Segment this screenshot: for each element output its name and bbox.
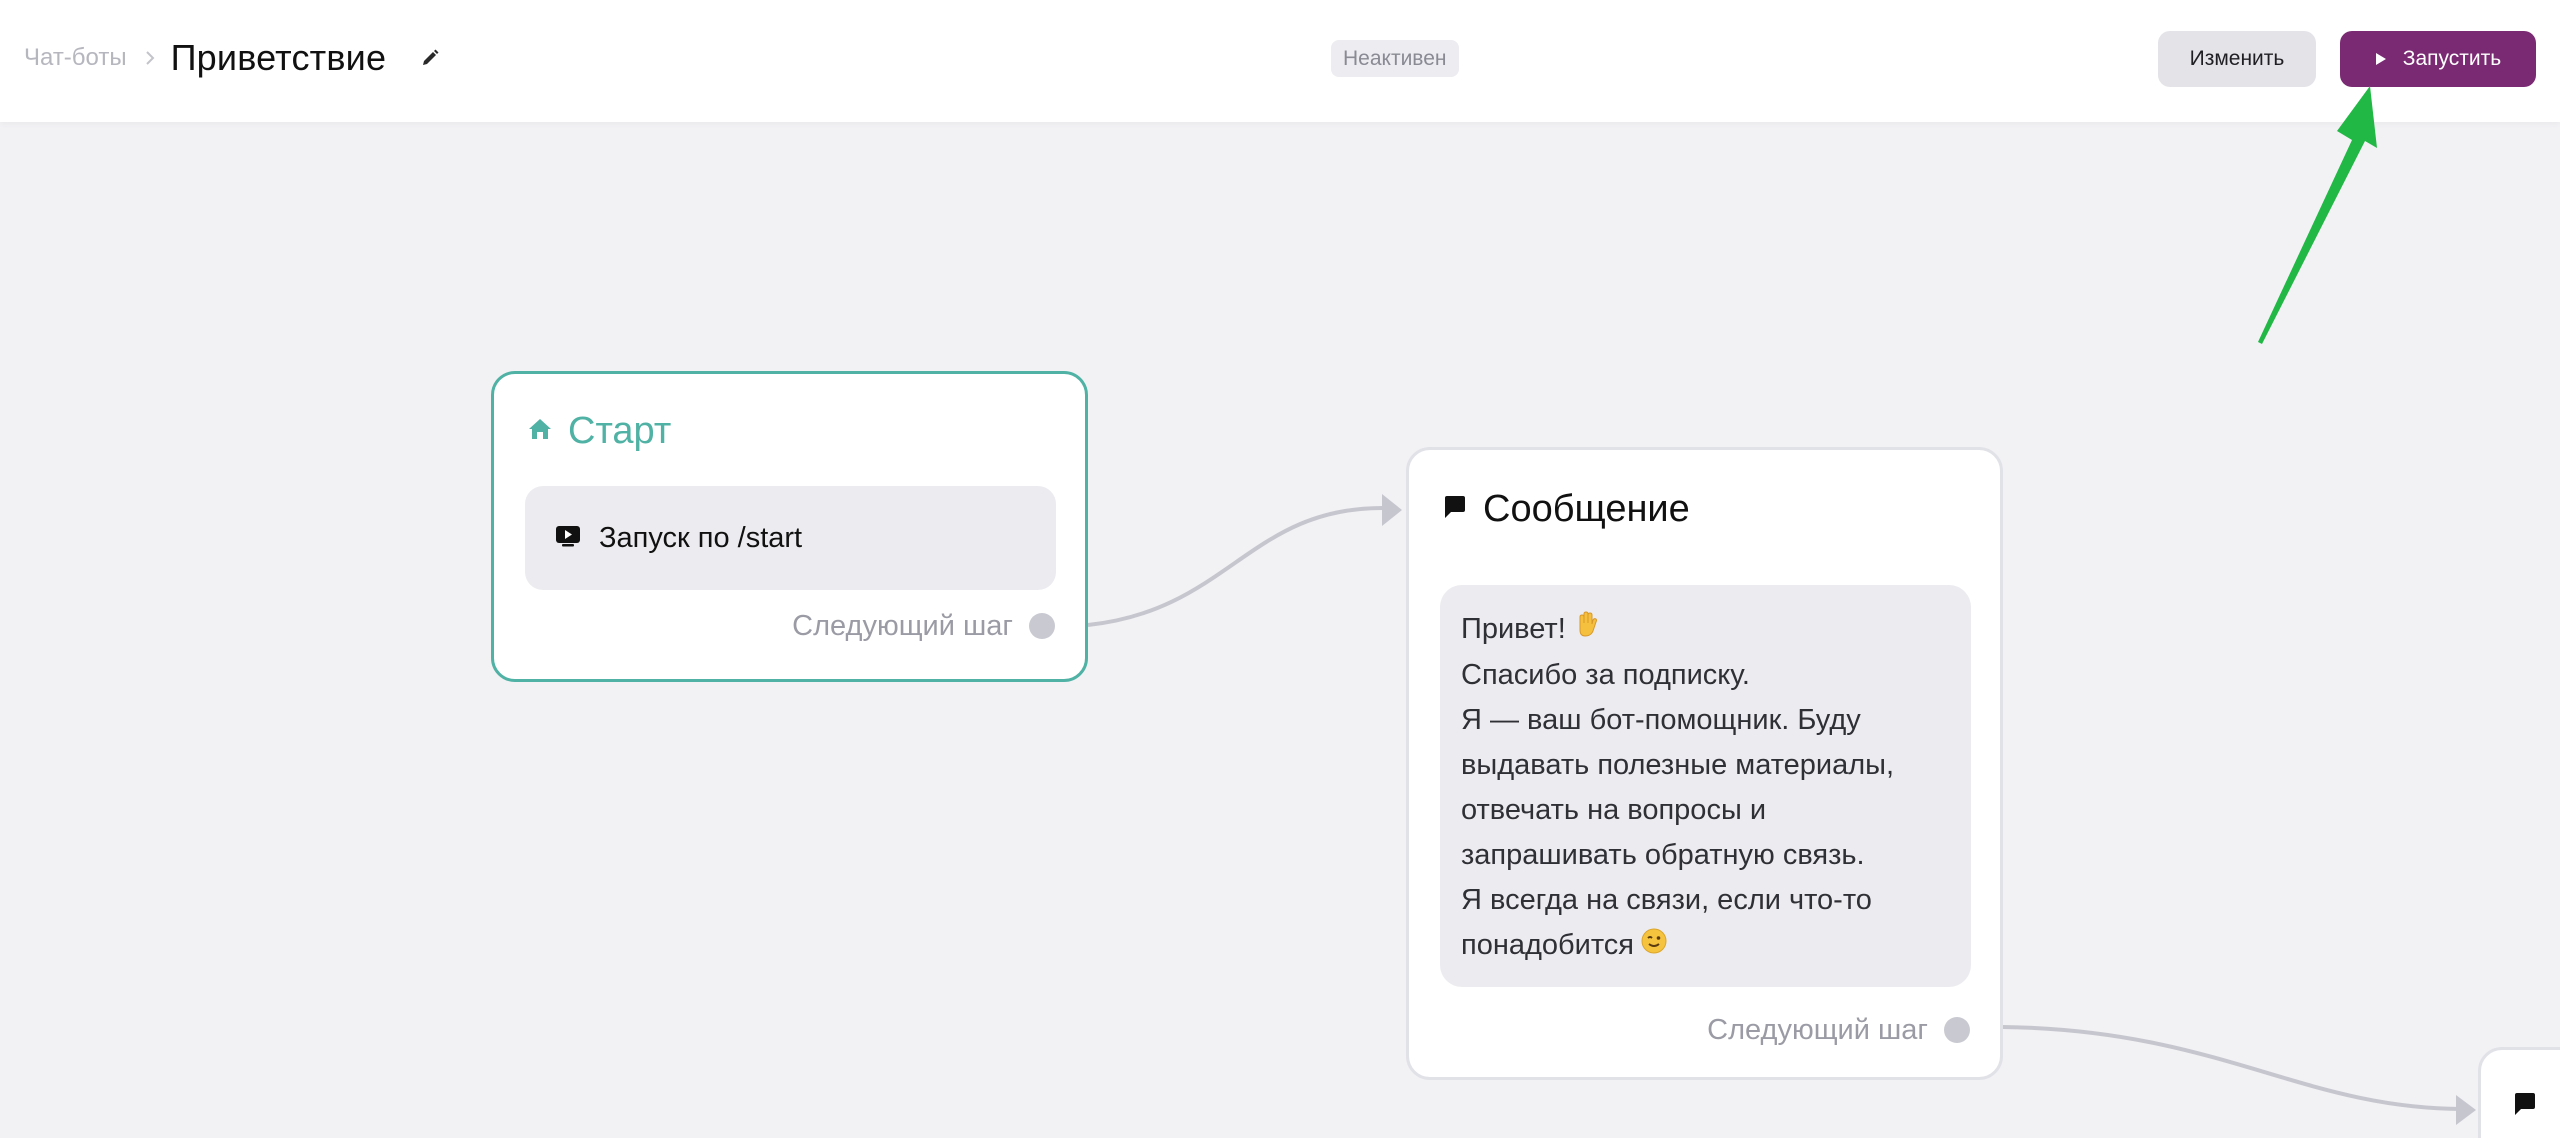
top-bar: Чат-боты Приветствие Неактивен Изменить … [0,0,2560,122]
waving-hand-icon [1572,608,1602,653]
start-node[interactable]: Старт Запуск по /start Следующий шаг [491,371,1088,682]
message-node-header: Сообщение [1441,484,1690,534]
message-line: отвечать на вопросы и [1461,793,1767,826]
flow-canvas[interactable] [0,122,2560,1138]
page-title: Приветствие [170,37,387,78]
pencil-icon[interactable] [420,48,440,68]
chat-bubble-icon [1441,493,1469,526]
winking-face-icon [1640,924,1668,969]
play-icon [2375,52,2387,66]
message-text[interactable]: Привет! Спасибо за подписку. Я — ваш бот… [1440,585,1971,987]
message-line: понадобится [1461,923,1951,969]
message-line: выдавать полезные материалы, [1461,748,1895,781]
start-next-step: Следующий шаг [792,606,1055,646]
start-node-header: Старт [526,406,671,456]
home-icon [526,415,554,448]
edit-button[interactable]: Изменить [2158,31,2316,87]
output-port[interactable] [1029,613,1055,639]
youtube-play-icon [555,524,581,553]
message-line: Я — ваш бот-помощник. Буду [1461,703,1861,736]
breadcrumb-chatbots-link[interactable]: Чат-боты [24,44,127,72]
message-line: запрашивать обратную связь. [1461,838,1865,871]
message-line: Я всегда на связи, если что-то [1461,883,1872,916]
breadcrumb: Чат-боты Приветствие [24,0,440,116]
start-node-title: Старт [568,409,672,452]
chevron-right-icon [145,50,155,66]
status-badge: Неактивен [1331,40,1459,77]
next-message-node[interactable] [2478,1047,2560,1138]
message-node-title: Сообщение [1483,487,1690,530]
start-trigger-label: Запуск по /start [599,521,803,554]
message-line: Привет! [1461,607,1951,653]
start-trigger[interactable]: Запуск по /start [525,486,1056,590]
run-button[interactable]: Запустить [2340,31,2536,87]
next-step-label: Следующий шаг [1707,1013,1928,1046]
output-port[interactable] [1944,1017,1970,1043]
next-step-label: Следующий шаг [792,609,1013,642]
message-line: Спасибо за подписку. [1461,658,1750,691]
message-next-step: Следующий шаг [1707,1010,1970,1050]
message-node[interactable]: Сообщение Привет! Спасибо за подписку. Я… [1406,447,2003,1080]
run-button-label: Запустить [2402,47,2502,70]
chat-bubble-icon [2511,1090,2539,1123]
